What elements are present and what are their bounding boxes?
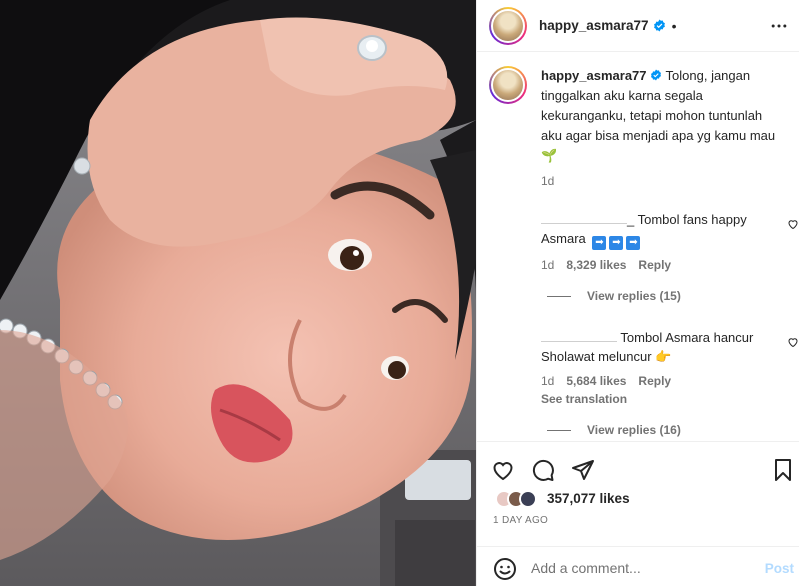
- verified-badge-icon: [651, 69, 662, 81]
- comment-input[interactable]: [531, 555, 751, 581]
- arrow-emoji: ➡: [592, 236, 607, 250]
- comment-likes[interactable]: 8,329 likes: [566, 258, 626, 272]
- comment-time[interactable]: 1d: [541, 374, 554, 388]
- author-avatar[interactable]: [489, 6, 527, 45]
- commenter-username[interactable]: [541, 332, 617, 342]
- comment-time[interactable]: 1d: [541, 258, 554, 272]
- view-replies-button[interactable]: View replies (16): [547, 423, 681, 437]
- post-caption: happy_asmara77 Tolong, jangan tinggalkan…: [489, 66, 789, 188]
- comment-text: _ Tombol fans happy Asmara ➡ ➡ ➡: [541, 212, 747, 250]
- comment-item: _ Tombol fans happy Asmara ➡ ➡ ➡ 1d 8,329 …: [489, 210, 798, 272]
- post-comment-button[interactable]: Post: [765, 561, 794, 576]
- liker-avatars[interactable]: [495, 490, 537, 508]
- caption-username[interactable]: happy_asmara77: [541, 68, 647, 83]
- post-side-panel: happy_asmara77 • happy_asmara77 Tolong, …: [476, 0, 799, 586]
- replies-line: [547, 295, 571, 297]
- emoji-picker-icon[interactable]: [493, 557, 517, 581]
- comment-meta: 1d 8,329 likes Reply: [541, 258, 789, 272]
- comment-meta: 1d 5,684 likes Reply: [541, 374, 789, 388]
- like-comment-heart-icon[interactable]: [787, 218, 799, 230]
- arrow-emoji: ➡: [626, 236, 641, 250]
- post-photo[interactable]: [0, 0, 476, 586]
- save-bookmark-icon[interactable]: [771, 458, 795, 482]
- header-separator: •: [671, 17, 677, 34]
- comment-composer: Post: [477, 546, 799, 586]
- verified-badge-icon: [653, 19, 665, 32]
- comment-item: Tombol Asmara hancur Sholawat meluncur 👉…: [489, 328, 798, 406]
- commenter-avatar[interactable]: [489, 328, 525, 364]
- reply-button[interactable]: Reply: [638, 258, 671, 272]
- pointing-emoji: 👉: [655, 349, 672, 364]
- post-date[interactable]: 1 DAY AGO: [493, 515, 548, 526]
- seedling-emoji: 🌱: [541, 148, 558, 163]
- liker-avatar: [519, 490, 537, 508]
- view-replies-button[interactable]: View replies (15): [547, 289, 681, 303]
- like-comment-heart-icon[interactable]: [787, 336, 799, 348]
- comment-bubble-icon[interactable]: [531, 458, 555, 482]
- comment-text: Tombol Asmara hancur Sholawat meluncur 👉: [541, 330, 754, 364]
- replies-line: [547, 429, 571, 431]
- caption-text: happy_asmara77 Tolong, jangan tinggalkan…: [541, 66, 781, 166]
- post-actions: 357,077 likes 1 DAY AGO Post: [477, 441, 799, 586]
- comment-likes[interactable]: 5,684 likes: [566, 374, 626, 388]
- see-translation-button[interactable]: See translation: [541, 392, 789, 406]
- reply-button[interactable]: Reply: [638, 374, 671, 388]
- author-username[interactable]: happy_asmara77: [539, 18, 649, 33]
- commenter-username[interactable]: [541, 214, 627, 224]
- post-header: happy_asmara77 •: [477, 0, 799, 52]
- selfie-image: [0, 0, 476, 586]
- likes-count[interactable]: 357,077 likes: [547, 491, 630, 506]
- more-options-icon[interactable]: [768, 16, 790, 36]
- like-heart-icon[interactable]: [491, 458, 515, 482]
- caption-avatar[interactable]: [489, 66, 527, 104]
- share-paper-plane-icon[interactable]: [571, 458, 595, 482]
- caption-time[interactable]: 1d: [541, 174, 789, 188]
- arrow-emoji: ➡: [609, 236, 624, 250]
- commenter-avatar[interactable]: [489, 210, 525, 246]
